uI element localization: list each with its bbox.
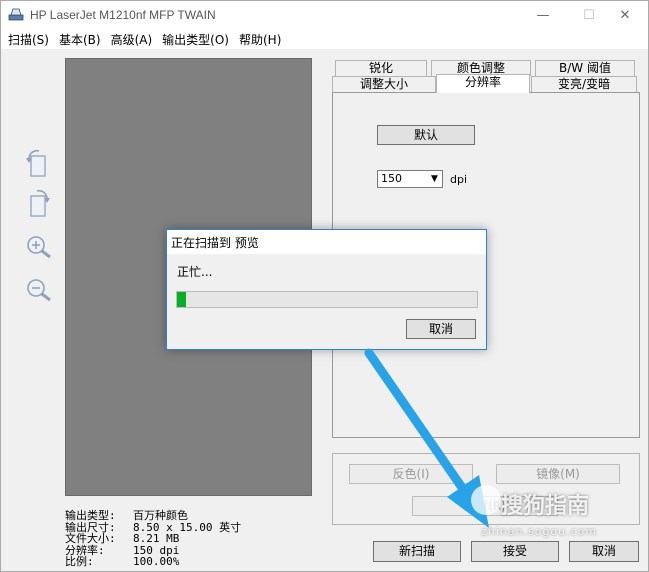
mirror-button[interactable]: 镜像(M) — [496, 464, 620, 484]
tab-resolution[interactable]: 分辨率 — [436, 74, 530, 93]
info-value: 100.00% — [133, 555, 180, 569]
zoom-in-icon[interactable] — [23, 231, 53, 265]
info-label: 输出类型: — [65, 509, 116, 522]
dpi-select[interactable]: 150 ▼ — [377, 170, 443, 188]
title-bar[interactable]: HP LaserJet M1210nf MFP TWAIN — ☐ ✕ — [1, 1, 648, 29]
dpi-unit-label: dpi — [450, 173, 468, 186]
scanner-app-icon — [8, 8, 24, 21]
new-scan-button[interactable]: 新扫描 — [373, 541, 461, 562]
cancel-button[interactable]: 取消 — [569, 541, 639, 562]
info-value: 百万种颜色 — [133, 509, 188, 522]
minimize-button[interactable]: — — [520, 1, 566, 29]
menu-help[interactable]: 帮助(H) — [234, 29, 286, 49]
menu-bar: 扫描(S) 基本(B) 高级(A) 输出类型(O) 帮助(H) — [1, 29, 648, 49]
zoom-out-icon[interactable] — [23, 274, 53, 308]
rotate-right-icon[interactable] — [23, 187, 53, 221]
menu-output-type[interactable]: 输出类型(O) — [157, 29, 234, 49]
scan-info: 输出类型: 百万种颜色 输出尺寸: 8.50 x 15.00 英寸 文件大小: 8.2… — [65, 510, 241, 568]
tab-brightness[interactable]: 变亮/变暗 — [531, 76, 637, 92]
default-button[interactable]: 默认 — [377, 125, 475, 145]
dialog-message: 正忙... — [177, 265, 213, 279]
close-button[interactable]: ✕ — [602, 1, 648, 29]
watermark-text: 搜狗指南 — [501, 494, 590, 519]
info-label: 比例: — [65, 555, 94, 569]
dialog-cancel-button[interactable]: 取消 — [406, 319, 476, 339]
tab-resize[interactable]: 调整大小 — [332, 76, 436, 92]
invert-button[interactable]: 反色(I) — [349, 464, 473, 484]
menu-scan[interactable]: 扫描(S) — [3, 29, 54, 49]
accept-button[interactable]: 接受 — [471, 541, 559, 562]
window-title: HP LaserJet M1210nf MFP TWAIN — [30, 8, 216, 22]
watermark-url: zhinan.sogou.com — [481, 525, 598, 538]
chevron-down-icon: ▼ — [431, 174, 438, 184]
watermark-logo — [471, 485, 501, 515]
rotate-left-icon[interactable] — [23, 147, 53, 181]
menu-advanced[interactable]: 高级(A) — [106, 29, 158, 49]
progress-fill — [177, 292, 186, 307]
scanner-window: HP LaserJet M1210nf MFP TWAIN — ☐ ✕ 扫描(S… — [0, 0, 649, 572]
scan-progress-bar — [176, 291, 478, 308]
tab-bw-threshold[interactable]: B/W 阈值 — [535, 60, 635, 76]
dialog-title[interactable]: 正在扫描到 预览 — [167, 230, 486, 254]
dpi-select-value: 150 — [381, 172, 402, 185]
tab-sharpen[interactable]: 锐化 — [335, 60, 427, 76]
scan-progress-dialog: 正在扫描到 预览 正忙... 取消 — [166, 229, 487, 350]
menu-basic[interactable]: 基本(B) — [54, 29, 106, 49]
